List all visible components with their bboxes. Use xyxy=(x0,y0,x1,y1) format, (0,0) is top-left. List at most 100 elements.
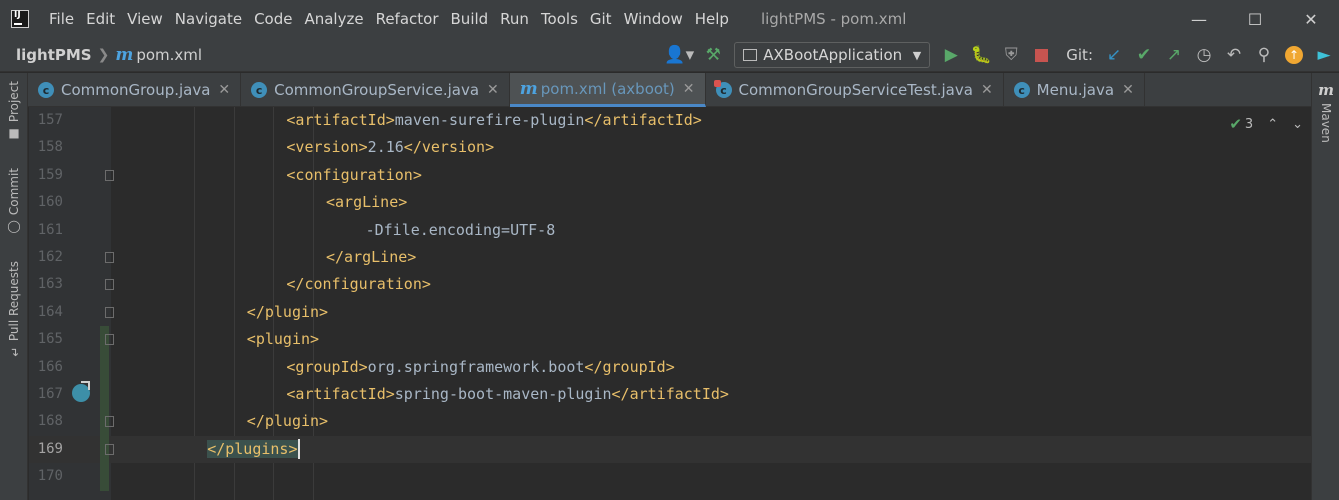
code-text: <configuration> xyxy=(286,162,421,189)
code-line[interactable]: 161 -Dfile.encoding=UTF-8 xyxy=(29,217,1311,244)
fold-marker-icon[interactable] xyxy=(105,334,114,346)
user-account-icon[interactable]: 👤▾ xyxy=(660,38,698,72)
minimize-icon[interactable]: — xyxy=(1171,0,1227,38)
code-line[interactable]: 159 <configuration> xyxy=(29,162,1311,189)
close-tab-icon[interactable]: ✕ xyxy=(1122,82,1134,98)
fold-marker-icon[interactable] xyxy=(105,252,114,263)
xml-tag: <groupId> xyxy=(286,357,368,376)
fold-marker-icon[interactable] xyxy=(105,279,114,291)
xml-tag: </version> xyxy=(403,138,495,157)
fold-marker-icon[interactable] xyxy=(105,306,114,318)
folder-icon: ■ xyxy=(8,126,20,141)
rollback-icon[interactable]: ↶ xyxy=(1219,38,1249,72)
xml-tag: </artifactId> xyxy=(611,385,729,403)
menu-run[interactable]: Run xyxy=(494,0,535,38)
line-number: 161 xyxy=(37,221,63,238)
inspection-count: 3 xyxy=(1244,116,1254,132)
menu-edit[interactable]: Edit xyxy=(80,0,121,38)
maven-tool-button[interactable]: m Maven xyxy=(1312,81,1339,143)
code-line[interactable]: 164 </plugin> xyxy=(29,299,1311,326)
line-number: 160 xyxy=(37,194,63,211)
commit-tool-button[interactable]: Commit ◯ xyxy=(0,168,28,233)
maximize-icon[interactable]: ☐ xyxy=(1227,0,1283,38)
xml-tag: </plugins> xyxy=(207,439,298,458)
project-tool-button[interactable]: Project ■ xyxy=(0,81,28,140)
stop-icon[interactable] xyxy=(1026,38,1056,72)
menu-git[interactable]: Git xyxy=(584,0,618,38)
code-line[interactable]: 167 <artifactId>spring-boot-maven-plugin<… xyxy=(29,381,1311,409)
editor-tab[interactable]: c CommonGroupService.java ✕ xyxy=(241,73,510,107)
breadcrumb-separator-icon: ❯ xyxy=(97,46,110,63)
code-text: -Dfile.encoding=UTF-8 xyxy=(366,217,556,244)
breadcrumb-file[interactable]: pom.xml xyxy=(136,46,202,64)
menu-view[interactable]: View xyxy=(121,0,169,38)
line-number: 166 xyxy=(37,358,63,375)
menu-analyze[interactable]: Analyze xyxy=(298,0,369,38)
editor-tab[interactable]: c CommonGroupServiceTest.java ✕ xyxy=(706,73,1004,107)
history-icon[interactable]: ◷ xyxy=(1189,38,1219,72)
breadcrumb-project[interactable]: lightPMS xyxy=(16,46,92,64)
menu-navigate[interactable]: Navigate xyxy=(169,0,248,38)
code-line[interactable]: 169 </plugins> xyxy=(29,435,1311,464)
code-editor[interactable]: 157 <artifactId>maven-surefire-plugin</ar… xyxy=(29,107,1311,500)
coverage-icon[interactable]: ⛨ xyxy=(996,38,1026,72)
code-line[interactable]: 163 </configuration> xyxy=(29,271,1311,298)
line-number: 163 xyxy=(37,276,63,293)
editor-tab[interactable]: m pom.xml (axboot) ✕ xyxy=(509,73,706,107)
project-tool-label: Project xyxy=(7,81,21,123)
menu-window[interactable]: Window xyxy=(618,0,689,38)
code-line[interactable]: 170 xyxy=(29,463,1311,491)
inspection-widget[interactable]: ✔ 3 ⌃ ⌄ xyxy=(1229,115,1303,133)
git-commit-icon[interactable]: ✔ xyxy=(1129,38,1159,72)
class-icon: c xyxy=(38,82,54,98)
menu-build[interactable]: Build xyxy=(445,0,495,38)
run-icon[interactable]: ▶ xyxy=(936,38,966,72)
commit-icon: ◯ xyxy=(7,219,21,234)
editor-tab[interactable]: c Menu.java ✕ xyxy=(1004,73,1145,107)
fold-marker-icon[interactable] xyxy=(105,169,114,181)
xml-text: maven-surefire-plugin xyxy=(394,111,585,129)
code-line[interactable]: 160 <argLine> xyxy=(29,189,1311,216)
tab-label: CommonGroupService.java xyxy=(274,81,480,99)
menu-help[interactable]: Help xyxy=(689,0,735,38)
menu-tools[interactable]: Tools xyxy=(535,0,584,38)
vcs-change-marker[interactable] xyxy=(100,463,109,491)
pull-requests-tool-button[interactable]: Pull Requests ↴ xyxy=(0,261,28,359)
code-line[interactable]: 162 </argLine> xyxy=(29,244,1311,271)
code-text: <artifactId>maven-surefire-plugin</artif… xyxy=(286,107,701,134)
close-tab-icon[interactable]: ✕ xyxy=(218,82,230,98)
code-line[interactable]: 157 <artifactId>maven-surefire-plugin</ar… xyxy=(29,107,1311,134)
code-line[interactable]: 165 <plugin> xyxy=(29,326,1311,354)
xml-tag: <argLine> xyxy=(326,193,408,212)
vcs-change-marker[interactable] xyxy=(100,353,109,381)
vcs-change-marker[interactable] xyxy=(100,381,109,409)
fold-marker-icon[interactable] xyxy=(105,416,114,428)
git-push-icon[interactable]: ↗ xyxy=(1159,38,1189,72)
chevron-down-icon[interactable]: ⌄ xyxy=(1292,117,1303,132)
close-window-icon[interactable]: ✕ xyxy=(1283,0,1339,38)
git-update-icon[interactable]: ↙ xyxy=(1099,38,1129,72)
xml-text: -Dfile.encoding=UTF-8 xyxy=(365,220,556,239)
debug-icon[interactable]: 🐛 xyxy=(966,38,996,72)
test-class-icon: c xyxy=(713,80,732,98)
search-icon[interactable]: ⚲ xyxy=(1249,38,1279,72)
chevron-up-icon[interactable]: ⌃ xyxy=(1267,117,1278,132)
close-tab-icon[interactable]: ✕ xyxy=(683,81,695,97)
code-line[interactable]: 158 <version>2.16</version> xyxy=(29,134,1311,161)
fold-marker-icon[interactable] xyxy=(105,443,114,455)
menu-refactor[interactable]: Refactor xyxy=(370,0,445,38)
code-line[interactable]: 168 </plugin> xyxy=(29,408,1311,436)
ide-update-icon[interactable]: ↑ xyxy=(1279,38,1309,72)
menu-file[interactable]: File xyxy=(43,0,80,38)
build-hammer-icon[interactable]: ⚒ xyxy=(698,38,728,72)
close-tab-icon[interactable]: ✕ xyxy=(487,82,499,98)
code-with-me-icon[interactable]: ► xyxy=(1309,38,1339,72)
run-configuration-select[interactable]: AXBootApplication ▼ xyxy=(734,42,931,68)
xml-tag: <artifactId> xyxy=(286,111,395,129)
spring-boot-gutter-icon[interactable] xyxy=(72,381,90,402)
editor-tab[interactable]: c CommonGroup.java ✕ xyxy=(28,73,242,107)
close-tab-icon[interactable]: ✕ xyxy=(981,82,993,98)
code-line[interactable]: 166 <groupId>org.springframework.boot</gr… xyxy=(29,353,1311,381)
tab-label: pom.xml (axboot) xyxy=(540,79,675,98)
menu-code[interactable]: Code xyxy=(248,0,298,38)
